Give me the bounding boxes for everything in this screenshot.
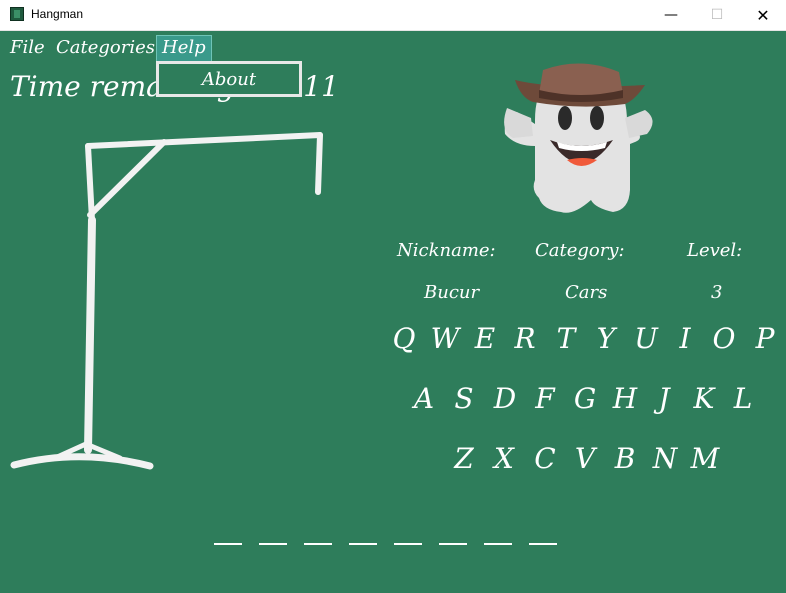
key-m[interactable]: M bbox=[689, 442, 721, 475]
title-bar: Hangman — ☐ ✕ bbox=[0, 0, 786, 31]
key-z[interactable]: Z bbox=[448, 442, 480, 475]
letter-slot bbox=[259, 543, 287, 545]
key-b[interactable]: B bbox=[609, 442, 641, 475]
menu-help[interactable]: Help bbox=[156, 35, 212, 62]
key-g[interactable]: G bbox=[569, 382, 601, 415]
key-q[interactable]: Q bbox=[388, 322, 420, 355]
key-n[interactable]: N bbox=[649, 442, 681, 475]
close-button[interactable]: ✕ bbox=[740, 0, 786, 30]
letter-slot bbox=[439, 543, 467, 545]
key-e[interactable]: E bbox=[469, 322, 501, 355]
key-d[interactable]: D bbox=[489, 382, 521, 415]
key-l[interactable]: L bbox=[727, 382, 759, 415]
key-o[interactable]: O bbox=[708, 322, 740, 355]
category-label: Category: bbox=[535, 240, 625, 261]
level-value: 3 bbox=[711, 282, 723, 303]
key-t[interactable]: T bbox=[550, 322, 582, 355]
nickname-label: Nickname: bbox=[397, 240, 496, 261]
menu-file[interactable]: File bbox=[6, 35, 49, 60]
key-a[interactable]: A bbox=[408, 382, 440, 415]
window-title: Hangman bbox=[31, 7, 84, 21]
letter-slot bbox=[349, 543, 377, 545]
key-y[interactable]: Y bbox=[590, 322, 622, 355]
key-x[interactable]: X bbox=[488, 442, 520, 475]
letter-slot bbox=[394, 543, 422, 545]
key-h[interactable]: H bbox=[609, 382, 641, 415]
letter-slot bbox=[529, 543, 557, 545]
key-w[interactable]: W bbox=[429, 322, 461, 355]
category-value: Cars bbox=[565, 282, 608, 303]
key-c[interactable]: C bbox=[529, 442, 561, 475]
key-k[interactable]: K bbox=[688, 382, 720, 415]
key-r[interactable]: R bbox=[509, 322, 541, 355]
nickname-value: Bucur bbox=[424, 282, 480, 303]
key-f[interactable]: F bbox=[529, 382, 561, 415]
letter-slot bbox=[214, 543, 242, 545]
minimize-button[interactable]: — bbox=[648, 0, 694, 30]
menu-categories[interactable]: Categories bbox=[52, 35, 159, 60]
key-u[interactable]: U bbox=[630, 322, 662, 355]
key-v[interactable]: V bbox=[569, 442, 601, 475]
letter-slot bbox=[304, 543, 332, 545]
key-i[interactable]: I bbox=[669, 322, 701, 355]
key-j[interactable]: J bbox=[648, 382, 680, 415]
key-s[interactable]: S bbox=[448, 382, 480, 415]
key-p[interactable]: P bbox=[749, 322, 781, 355]
menu-item-about[interactable]: About bbox=[156, 61, 302, 97]
level-label: Level: bbox=[687, 240, 743, 261]
letter-slot bbox=[484, 543, 512, 545]
gallows-drawing bbox=[10, 132, 323, 470]
ghost-cowboy-avatar bbox=[504, 63, 653, 213]
maximize-button[interactable]: ☐ bbox=[694, 0, 740, 30]
app-icon bbox=[10, 7, 24, 21]
